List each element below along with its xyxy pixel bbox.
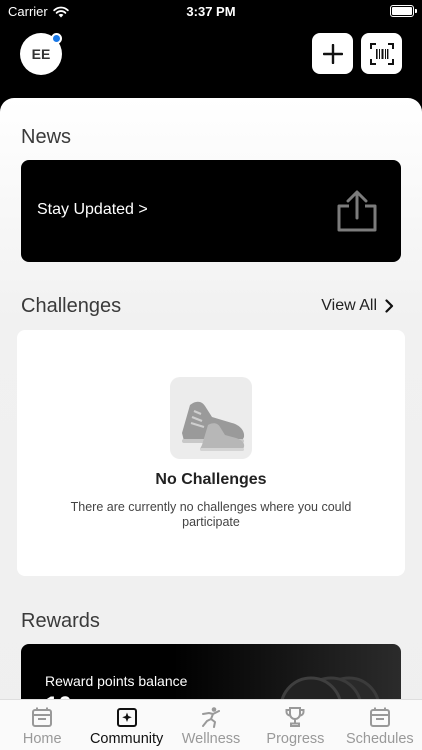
tab-wellness[interactable]: Wellness: [169, 700, 253, 750]
tab-progress-label: Progress: [266, 731, 325, 747]
content-sheet: News Stay Updated > Challenges View All …: [0, 98, 422, 750]
no-challenges-title: No Challenges: [155, 471, 267, 488]
view-all-label: View All: [321, 297, 377, 314]
scan-button[interactable]: [361, 33, 402, 74]
news-card-label: Stay Updated >: [37, 201, 148, 218]
share-icon: [337, 190, 377, 232]
challenges-section-title: Challenges: [21, 295, 122, 317]
view-all-link[interactable]: View All: [321, 297, 394, 315]
reward-balance-label: Reward points balance: [45, 673, 188, 689]
tab-schedules[interactable]: Schedules: [338, 700, 422, 750]
tab-wellness-label: Wellness: [181, 731, 241, 747]
battery-icon: [390, 5, 417, 17]
challenges-empty-card: No Challenges There are currently no cha…: [17, 330, 405, 576]
news-section-title: News: [21, 126, 72, 148]
tab-community-label: Community: [89, 731, 164, 747]
schedules-icon: [369, 707, 390, 727]
rewards-section-title: Rewards: [21, 610, 100, 632]
no-challenges-text: There are currently no challenges where …: [70, 500, 352, 529]
add-button[interactable]: [312, 33, 353, 74]
chevron-right-icon: [385, 299, 394, 313]
status-time: 3:37 PM: [186, 4, 236, 19]
trophy-icon: [285, 707, 305, 727]
tab-bar: Home Community Wellness Progress Schedul…: [0, 699, 422, 750]
tab-progress[interactable]: Progress: [253, 700, 337, 750]
avatar-initials: EE: [31, 46, 51, 62]
avatar[interactable]: EE: [20, 33, 62, 75]
notification-dot: [51, 33, 62, 44]
home-icon: [32, 707, 53, 727]
tab-community[interactable]: Community: [84, 700, 168, 750]
news-card[interactable]: Stay Updated >: [21, 160, 401, 262]
tab-schedules-label: Schedules: [345, 731, 414, 747]
status-bar: Carrier 3:37 PM: [0, 0, 422, 24]
tab-home[interactable]: Home: [0, 700, 84, 750]
sneakers-illustration: [170, 377, 252, 459]
plus-icon: [322, 43, 343, 64]
tab-home-label: Home: [22, 731, 62, 747]
community-icon: [116, 708, 137, 727]
wellness-icon: [202, 707, 221, 728]
barcode-scan-icon: [369, 42, 394, 65]
